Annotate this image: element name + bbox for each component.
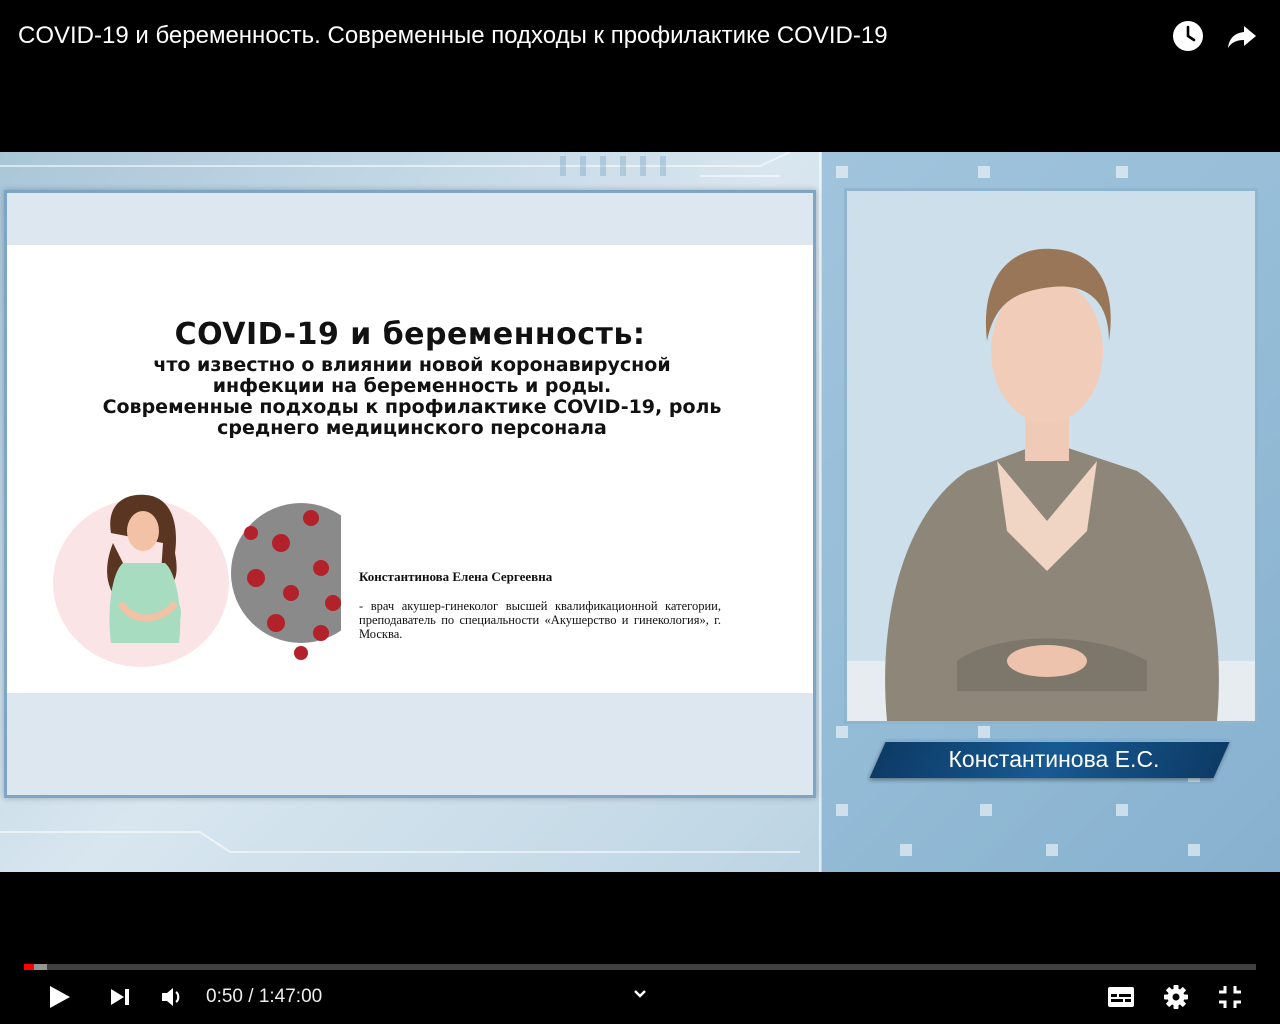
clock-icon (1173, 21, 1203, 51)
speaker-name: Константинова Е.С. (948, 746, 1160, 772)
slide-title: COVID-19 и беременность: (174, 317, 646, 352)
subtitles-button[interactable] (1100, 978, 1140, 1016)
expand-chapters-button[interactable] (626, 980, 654, 1008)
presentation-slide: COVID-19 и беременность: что известно о … (4, 190, 816, 798)
author-description: - врач акушер-гинеколог высшей квалифика… (359, 599, 721, 641)
watch-later-button[interactable] (1170, 18, 1206, 54)
speaker-image (847, 191, 1255, 721)
current-time: 0:50 (206, 986, 243, 1007)
video-title[interactable]: COVID-19 и беременность. Современные под… (18, 20, 888, 52)
time-display: 0:50 / 1:47:00 (206, 984, 322, 1010)
gear-icon (1164, 985, 1188, 1009)
video-top-bar: COVID-19 и беременность. Современные под… (0, 0, 1280, 72)
slide-subtitle-line: что известно о влиянии новой коронавирус… (153, 354, 671, 376)
slide-divider (7, 245, 813, 249)
play-icon (50, 986, 70, 1008)
author-name: Константинова Елена Сергеевна (359, 569, 553, 584)
subtitles-icon (1108, 987, 1134, 1007)
volume-icon (162, 988, 180, 1006)
slide-subtitle-line: среднего медицинского персонала (217, 417, 607, 439)
video-player[interactable]: COVID-19 и беременность: что известно о … (0, 152, 1280, 872)
duration: 1:47:00 (258, 986, 323, 1007)
mute-button[interactable] (152, 978, 192, 1016)
slide-bottom-band (7, 693, 813, 795)
next-button[interactable] (100, 978, 140, 1016)
fullscreen-button[interactable] (1210, 978, 1250, 1016)
slide-subtitle-line: Современные подходы к профилактике COVID… (102, 396, 722, 418)
speaker-video-panel (844, 188, 1258, 724)
progress-bar[interactable] (24, 964, 1256, 970)
share-arrow-icon (1228, 26, 1256, 48)
slide-subtitle: что известно о влиянии новой коронавирус… (37, 355, 787, 439)
slide-top-band (7, 193, 813, 245)
next-icon (111, 989, 129, 1005)
share-button[interactable] (1224, 18, 1260, 54)
progress-played (24, 964, 34, 970)
pregnant-woman-virus-illustration (53, 494, 341, 667)
slide-subtitle-line: инфекции на беременность и роды. (212, 375, 612, 397)
settings-button[interactable] (1156, 978, 1196, 1016)
time-separator: / (242, 986, 259, 1007)
play-button[interactable] (38, 978, 78, 1016)
chevron-down-icon (634, 990, 646, 998)
fullscreen-icon (1219, 986, 1241, 1008)
